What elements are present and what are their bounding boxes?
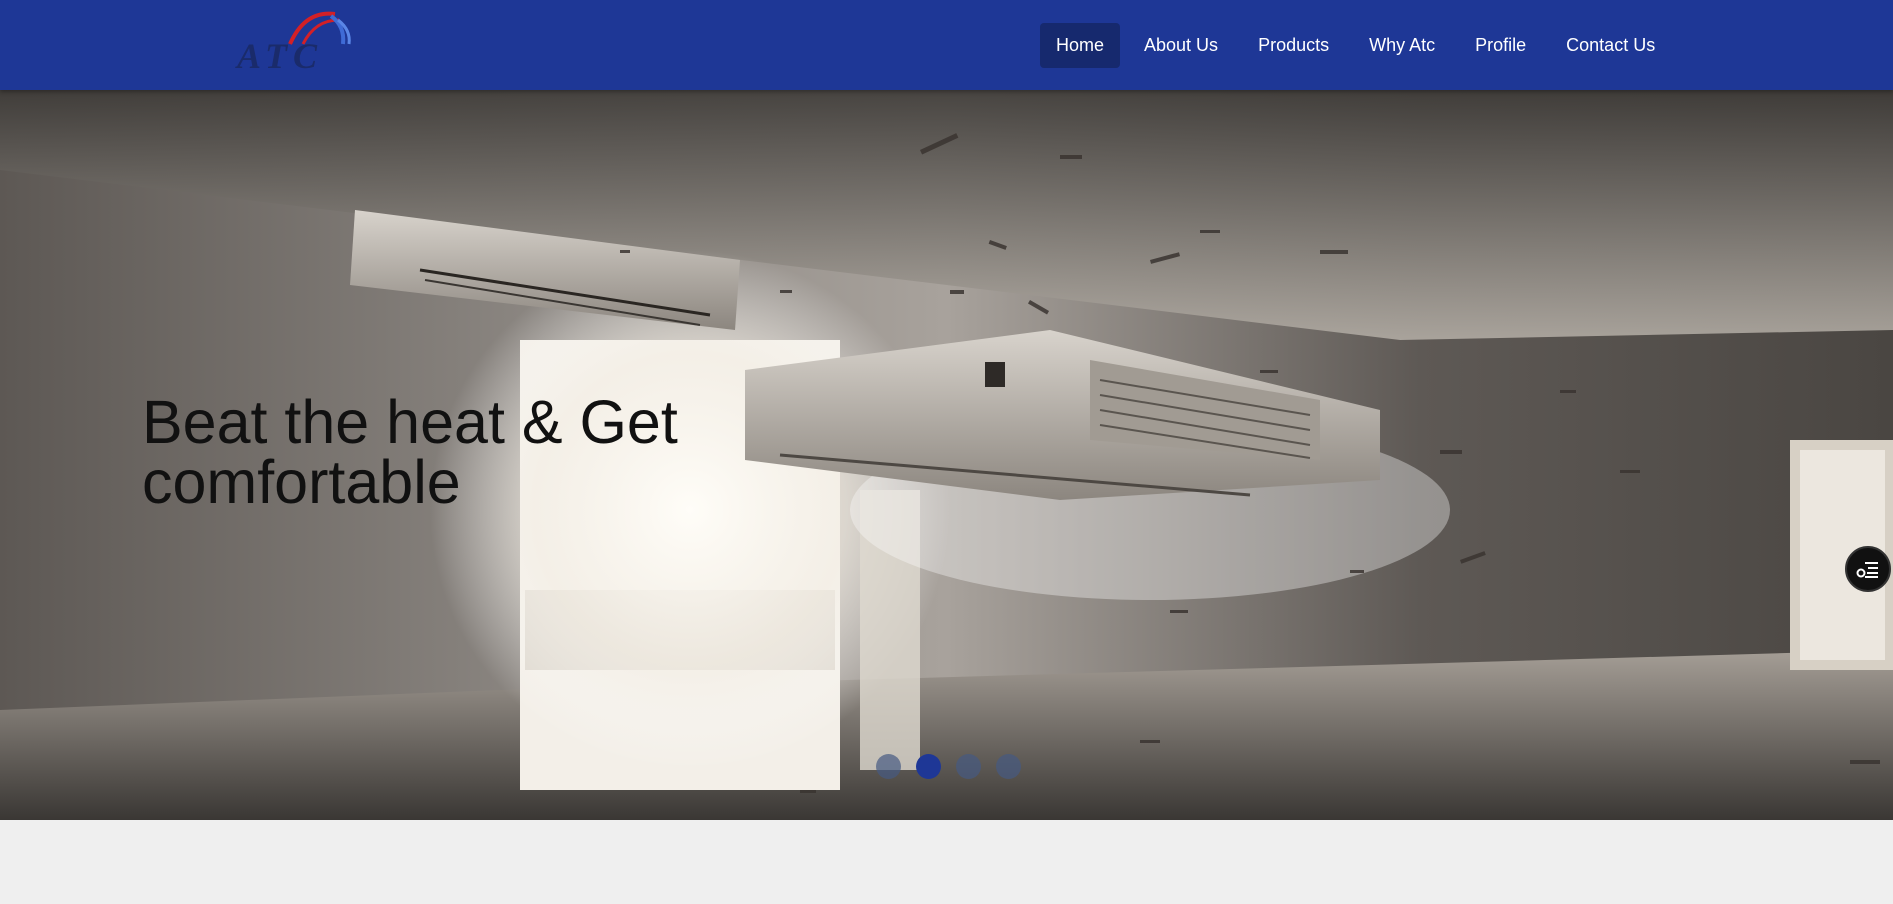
nav-contact-us[interactable]: Contact Us	[1550, 23, 1671, 68]
slide-dot-1[interactable]	[876, 754, 901, 779]
content-section-background	[0, 820, 1893, 904]
nav-about-us[interactable]: About Us	[1128, 23, 1234, 68]
hero-headline: Beat the heat & Get comfortable	[142, 388, 678, 516]
slide-dot-4[interactable]	[996, 754, 1021, 779]
filter-settings-icon	[1856, 562, 1878, 578]
slider-pagination	[876, 754, 1021, 779]
floating-settings-button[interactable]	[1845, 546, 1891, 592]
hero-slider: Beat the heat & Get comfortable	[0, 90, 1893, 820]
atc-logo[interactable]: ATC	[235, 6, 385, 76]
top-navbar: ATC Home About Us Products Why Atc Profi…	[0, 0, 1893, 90]
slide-dot-3[interactable]	[956, 754, 981, 779]
main-nav: Home About Us Products Why Atc Profile C…	[1040, 23, 1671, 68]
nav-products[interactable]: Products	[1242, 23, 1345, 68]
nav-profile[interactable]: Profile	[1459, 23, 1542, 68]
nav-home[interactable]: Home	[1040, 23, 1121, 68]
slide-dot-2[interactable]	[916, 754, 941, 779]
logo-wordmark: ATC	[235, 36, 323, 72]
nav-why-atc[interactable]: Why Atc	[1353, 23, 1451, 68]
